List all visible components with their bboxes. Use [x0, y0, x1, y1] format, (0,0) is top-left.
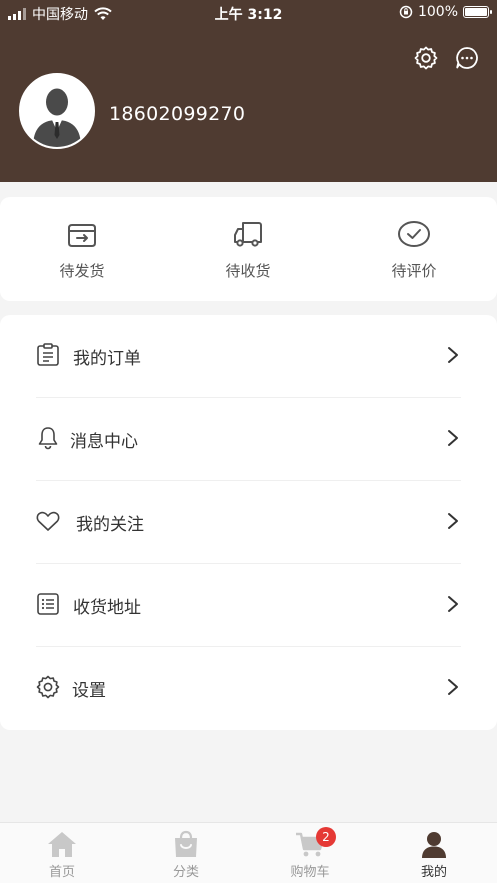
tab-category-label: 分类 [172, 865, 199, 880]
order-pending-review-label: 待评价 [391, 262, 437, 280]
clipboard-icon [37, 343, 59, 366]
order-pending-review[interactable]: 待评价 [354, 197, 474, 301]
bag-icon [175, 830, 197, 857]
list-icon [37, 593, 59, 615]
orientation-lock-icon [399, 5, 413, 19]
menu-item-my-orders[interactable]: 我的订单 [0, 315, 497, 398]
cart-badge: 2 [316, 827, 336, 847]
order-pending-receive-label: 待收货 [225, 262, 271, 280]
tab-category[interactable]: 分类 [124, 823, 248, 883]
heart-icon [36, 511, 60, 531]
user-phone: 18602099270 [109, 103, 246, 125]
chevron-right-icon [448, 679, 458, 695]
menu-label-address: 收货地址 [73, 598, 141, 618]
bottom-tab-bar: 首页 分类 2 购物车 我的 [0, 822, 497, 883]
check-circle-icon [398, 221, 430, 247]
menu-item-messages[interactable]: 消息中心 [0, 398, 497, 481]
chevron-right-icon [448, 596, 458, 612]
profile-header: 中国移动 上午 3:12 100% 18602099270 [0, 0, 497, 182]
status-bar: 中国移动 上午 3:12 100% [0, 0, 497, 26]
tab-home[interactable]: 首页 [0, 823, 124, 883]
tab-cart-label: 购物车 [290, 865, 330, 880]
battery-percent: 100% [417, 4, 458, 20]
chevron-right-icon [448, 430, 458, 446]
avatar[interactable] [19, 73, 95, 149]
truck-icon [234, 222, 262, 247]
menu-item-address[interactable]: 收货地址 [0, 564, 497, 647]
tab-home-label: 首页 [48, 865, 75, 880]
order-pending-receive[interactable]: 待收货 [188, 197, 308, 301]
tab-mine-label: 我的 [420, 865, 447, 880]
menu-label-following: 我的关注 [76, 515, 144, 535]
home-icon [48, 832, 76, 857]
bell-icon [38, 427, 58, 450]
chevron-right-icon [448, 513, 458, 529]
menu-label-my-orders: 我的订单 [73, 349, 141, 369]
menu-list: 我的订单 消息中心 我的关注 收货地址 设置 [0, 315, 497, 730]
battery-icon [463, 6, 492, 18]
user-silhouette-icon [21, 75, 93, 147]
gear-icon [36, 675, 60, 699]
gear-icon[interactable] [413, 45, 439, 71]
menu-label-messages: 消息中心 [70, 432, 138, 452]
chevron-right-icon [448, 347, 458, 363]
box-arrow-icon [68, 224, 96, 247]
tab-mine[interactable]: 我的 [372, 823, 496, 883]
order-status-card: 待发货 待收货 待评价 [0, 197, 497, 301]
order-pending-ship-label: 待发货 [59, 262, 105, 280]
tab-cart[interactable]: 2 购物车 [248, 823, 372, 883]
menu-label-settings: 设置 [72, 681, 106, 701]
menu-item-following[interactable]: 我的关注 [0, 481, 497, 564]
menu-item-settings[interactable]: 设置 [0, 647, 497, 730]
chat-bubble-icon[interactable] [454, 45, 480, 71]
order-pending-ship[interactable]: 待发货 [22, 197, 142, 301]
user-icon [422, 832, 446, 858]
